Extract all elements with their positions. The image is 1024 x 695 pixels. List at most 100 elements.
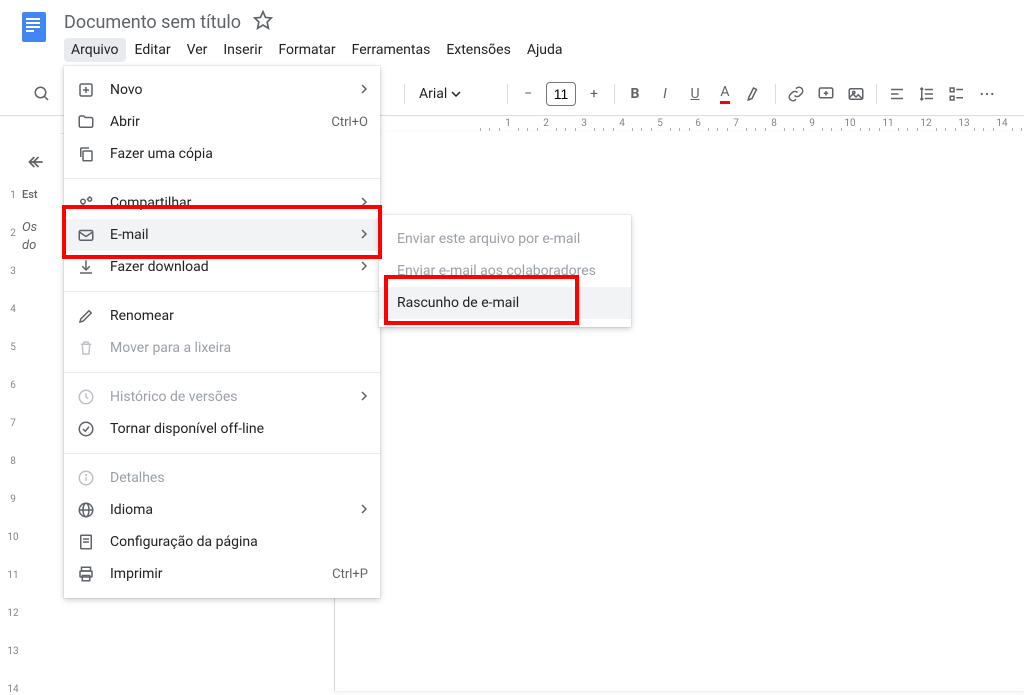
menu-item-abrir[interactable]: AbrirCtrl+O (64, 106, 380, 138)
separator (775, 84, 776, 104)
info-icon (76, 468, 96, 488)
ruler-v-tick-label: 6 (4, 380, 22, 391)
menubar-item-editar[interactable]: Editar (128, 38, 178, 62)
menubar-item-extensões[interactable]: Extensões (439, 38, 518, 62)
ruler-v-tick-label: 9 (4, 494, 22, 505)
comment-button[interactable] (812, 80, 840, 108)
ruler-tick-label: 9 (809, 118, 815, 129)
ruler-v-tick-label: 1 (4, 190, 22, 201)
menubar-item-formatar[interactable]: Formatar (271, 38, 342, 62)
menu-separator (64, 291, 380, 292)
menubar: ArquivoEditarVerInserirFormatarFerrament… (64, 36, 1008, 64)
menubar-item-ajuda[interactable]: Ajuda (520, 38, 570, 62)
font-size-controls: − + (514, 80, 608, 108)
ruler-tick-label: 6 (695, 118, 701, 129)
menu-item-detalhes: Detalhes (64, 462, 380, 494)
chevron-right-icon (360, 502, 368, 518)
app-header: Documento sem título ArquivoEditarVerIns… (0, 0, 1024, 64)
ruler-tick-label: 4 (619, 118, 625, 129)
decrease-font-button[interactable]: − (514, 80, 542, 108)
menu-separator (64, 178, 380, 179)
italic-button[interactable]: I (651, 80, 679, 108)
submenu-item-label: Enviar e-mail aos colaboradores (397, 263, 613, 279)
checklist-button[interactable] (943, 80, 971, 108)
menu-item-novo[interactable]: Novo (64, 74, 380, 106)
font-selector[interactable]: Arial (411, 86, 501, 102)
separator (876, 84, 877, 104)
chevron-right-icon (360, 259, 368, 275)
separator (404, 84, 405, 104)
menu-item-label: Detalhes (110, 470, 368, 486)
ruler-tick-label: 5 (657, 118, 663, 129)
search-icon[interactable] (28, 80, 56, 108)
link-button[interactable] (782, 80, 810, 108)
menu-item-idioma[interactable]: Idioma (64, 494, 380, 526)
highlight-button[interactable] (741, 80, 769, 108)
menu-item-compartilhar[interactable]: Compartilhar (64, 187, 380, 219)
font-size-input[interactable] (546, 82, 576, 106)
chevron-down-icon (451, 89, 461, 99)
menu-item-label: E-mail (110, 227, 346, 243)
submenu-item-enviar-e-mail-aos-colaboradores: Enviar e-mail aos colaboradores (379, 255, 631, 287)
document-title[interactable]: Documento sem título (64, 12, 241, 33)
ruler-v-tick-label: 7 (4, 418, 22, 429)
ruler-tick-label: 13 (958, 118, 969, 129)
menu-item-fazer-uma-cópia[interactable]: Fazer uma cópia (64, 138, 380, 170)
menu-item-label: Tornar disponível off-line (110, 421, 368, 437)
ruler-v-tick-label: 8 (4, 456, 22, 467)
submenu-item-rascunho-de-e-mail[interactable]: Rascunho de e-mail (379, 287, 631, 319)
ruler-tick-label: 11 (882, 118, 893, 129)
bold-button[interactable]: B (621, 80, 649, 108)
align-button[interactable] (883, 80, 911, 108)
more-button[interactable] (973, 80, 1001, 108)
ruler-tick-label: 14 (996, 118, 1007, 129)
menu-item-label: Mover para a lixeira (110, 340, 368, 356)
file-menu-dropdown: NovoAbrirCtrl+O Fazer uma cópia Compartilh… (64, 66, 380, 598)
menu-item-label: Fazer uma cópia (110, 146, 368, 162)
menu-item-fazer-download[interactable]: Fazer download (64, 251, 380, 283)
menu-item-label: Fazer download (110, 259, 346, 275)
docs-logo[interactable] (16, 8, 52, 44)
menu-item-configuração-da-página[interactable]: Configuração da página (64, 526, 380, 558)
share-icon (76, 193, 96, 213)
menu-item-tornar-disponível-off-line[interactable]: Tornar disponível off-line (64, 413, 380, 445)
menu-item-renomear[interactable]: Renomear (64, 300, 380, 332)
menu-item-label: Renomear (110, 308, 368, 324)
copy-icon (76, 144, 96, 164)
page-icon (76, 532, 96, 552)
menu-item-label: Idioma (110, 502, 346, 518)
menu-separator (64, 372, 380, 373)
ruler-v-tick-label: 12 (4, 608, 22, 619)
text-color-button[interactable]: A (711, 80, 739, 108)
mail-icon (76, 225, 96, 245)
ruler-v-tick-label: 13 (4, 646, 22, 657)
title-area: Documento sem título ArquivoEditarVerIns… (64, 8, 1008, 64)
menubar-item-ver[interactable]: Ver (180, 38, 215, 62)
increase-font-button[interactable]: + (580, 80, 608, 108)
menu-item-label: Compartilhar (110, 195, 346, 211)
submenu-item-label: Enviar este arquivo por e-mail (397, 231, 613, 247)
menu-shortcut: Ctrl+O (331, 115, 368, 130)
rename-icon (76, 306, 96, 326)
menu-item-imprimir[interactable]: ImprimirCtrl+P (64, 558, 380, 590)
underline-button[interactable]: U (681, 80, 709, 108)
menubar-item-arquivo[interactable]: Arquivo (64, 38, 126, 62)
plus-icon (76, 80, 96, 100)
menu-item-e-mail[interactable]: E-mail (64, 219, 380, 251)
ruler-tick-label: 2 (543, 118, 549, 129)
ruler-tick-label: 12 (920, 118, 931, 129)
menu-separator (64, 453, 380, 454)
submenu-item-label: Rascunho de e-mail (397, 295, 613, 311)
star-icon[interactable] (253, 10, 273, 34)
image-button[interactable] (842, 80, 870, 108)
ruler-v-tick-label: 2 (4, 228, 22, 239)
menu-item-label: Configuração da página (110, 534, 368, 550)
line-spacing-button[interactable] (913, 80, 941, 108)
menubar-item-ferramentas[interactable]: Ferramentas (345, 38, 438, 62)
chevron-right-icon (360, 82, 368, 98)
history-icon (76, 387, 96, 407)
menubar-item-inserir[interactable]: Inserir (216, 38, 269, 62)
vertical-ruler[interactable]: 1234567891011121314 (4, 132, 22, 691)
ruler-tick-label: 1 (505, 118, 511, 129)
back-button[interactable] (22, 148, 50, 176)
